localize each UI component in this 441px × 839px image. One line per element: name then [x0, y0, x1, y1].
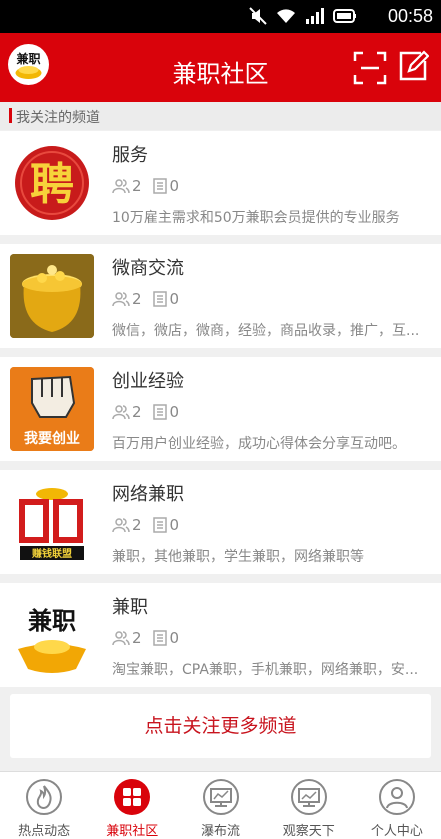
status-icons	[249, 7, 357, 25]
section-marker	[9, 108, 12, 123]
member-count: 2	[132, 403, 142, 421]
monitor-icon	[202, 779, 239, 815]
tab-label: 观察天下	[282, 824, 335, 839]
member-count: 2	[132, 290, 142, 308]
follow-more-channels-button[interactable]: 点击关注更多频道	[10, 694, 431, 758]
posts-icon	[152, 291, 167, 307]
members-icon	[112, 518, 130, 533]
channel-name: 创业经验	[112, 371, 184, 392]
members-icon	[112, 292, 130, 307]
channel-item[interactable]: 兼职 兼职 2 0 淘宝兼职，CPA兼职，手机兼职，网络兼职，安...	[0, 583, 441, 687]
svg-text:聘: 聘	[30, 159, 74, 210]
posts-icon	[152, 178, 167, 194]
member-count: 2	[132, 177, 142, 195]
channel-name: 兼职	[112, 597, 148, 618]
bottom-tab-bar: 热点动态 兼职社区 瀑布流 观察天下 个人中心	[0, 771, 441, 839]
svg-text:兼职: 兼职	[28, 607, 76, 635]
tab-label: 热点动态	[18, 824, 71, 839]
channel-item[interactable]: 微商交流 2 0 微信，微店，微商，经验，商品收录，推广，互...	[0, 244, 441, 348]
tab-profile[interactable]: 个人中心	[353, 772, 441, 839]
member-count: 2	[132, 629, 142, 647]
channel-stats: 2 0	[112, 629, 189, 647]
posts-icon	[152, 404, 167, 420]
status-time: 00:58	[387, 6, 433, 26]
fist-icon: 我要创业	[10, 367, 94, 451]
post-count: 0	[169, 177, 180, 195]
channel-stats: 2 0	[112, 290, 189, 308]
members-icon	[112, 631, 130, 646]
tab-label: 兼职社区	[106, 824, 159, 839]
channel-thumbnail: 赚钱联盟	[10, 480, 94, 564]
hire-seal-icon: 聘	[15, 146, 89, 220]
channel-name: 网络兼职	[112, 484, 184, 505]
channel-description: 兼职，其他兼职，学生兼职，网络兼职等	[112, 549, 364, 565]
chart-monitor-icon	[290, 779, 327, 815]
section-header: 我关注的频道	[0, 102, 441, 130]
gold-ingot-icon: 兼职	[10, 593, 94, 677]
channel-stats: 2 0	[112, 516, 189, 534]
member-count: 2	[132, 516, 142, 534]
post-count: 0	[169, 629, 180, 647]
money-league-icon: 赚钱联盟	[10, 480, 94, 564]
tab-observe-world[interactable]: 观察天下	[265, 772, 353, 839]
section-label: 我关注的频道	[16, 110, 100, 126]
channel-description: 10万雇主需求和50万兼职会员提供的专业服务	[112, 210, 400, 226]
tab-community[interactable]: 兼职社区	[88, 772, 176, 839]
tab-label: 个人中心	[370, 824, 423, 839]
signal-icon	[306, 8, 324, 24]
members-icon	[112, 405, 130, 420]
channel-item[interactable]: 聘 服务 2 0 10万雇主需求和50万兼职会员提供的专业服务	[0, 131, 441, 235]
post-count: 0	[169, 516, 180, 534]
flame-icon	[26, 779, 63, 815]
scan-icon[interactable]	[353, 51, 387, 85]
channel-description: 微信，微店，微商，经验，商品收录，推广，互...	[112, 323, 420, 339]
battery-icon	[333, 9, 356, 23]
channel-description: 百万用户创业经验，成功心得体会分享互动吧。	[112, 436, 406, 452]
channel-item[interactable]: 赚钱联盟 网络兼职 2 0 兼职，其他兼职，学生兼职，网络兼职等	[0, 470, 441, 574]
post-count: 0	[169, 403, 180, 421]
channel-thumbnail	[10, 254, 94, 338]
mute-icon	[249, 7, 267, 25]
channel-description: 淘宝兼职，CPA兼职，手机兼职，网络兼职，安...	[112, 662, 419, 678]
tab-waterfall[interactable]: 瀑布流	[176, 772, 264, 839]
tab-label: 瀑布流	[201, 824, 241, 839]
svg-text:赚钱联盟: 赚钱联盟	[31, 547, 72, 560]
tab-hot-news[interactable]: 热点动态	[0, 772, 88, 839]
compose-icon[interactable]	[397, 49, 429, 83]
channel-name: 服务	[112, 145, 148, 166]
svg-text:我要创业: 我要创业	[24, 430, 80, 447]
app-header: 兼职 兼职社区	[0, 33, 441, 102]
channel-stats: 2 0	[112, 177, 189, 195]
channel-name: 微商交流	[112, 258, 184, 279]
status-bar: 00:58	[0, 0, 441, 33]
posts-icon	[152, 630, 167, 646]
post-count: 0	[169, 290, 180, 308]
wifi-icon	[277, 9, 295, 23]
channel-stats: 2 0	[112, 403, 189, 421]
grid-icon	[114, 779, 151, 815]
channel-thumbnail: 我要创业	[10, 367, 94, 451]
channel-item[interactable]: 我要创业 创业经验 2 0 百万用户创业经验，成功心得体会分享互动吧。	[0, 357, 441, 461]
members-icon	[112, 179, 130, 194]
posts-icon	[152, 517, 167, 533]
gold-pot-icon	[10, 254, 94, 338]
person-icon	[378, 779, 415, 815]
channel-thumbnail: 聘	[10, 141, 94, 225]
channel-thumbnail: 兼职	[10, 593, 94, 677]
